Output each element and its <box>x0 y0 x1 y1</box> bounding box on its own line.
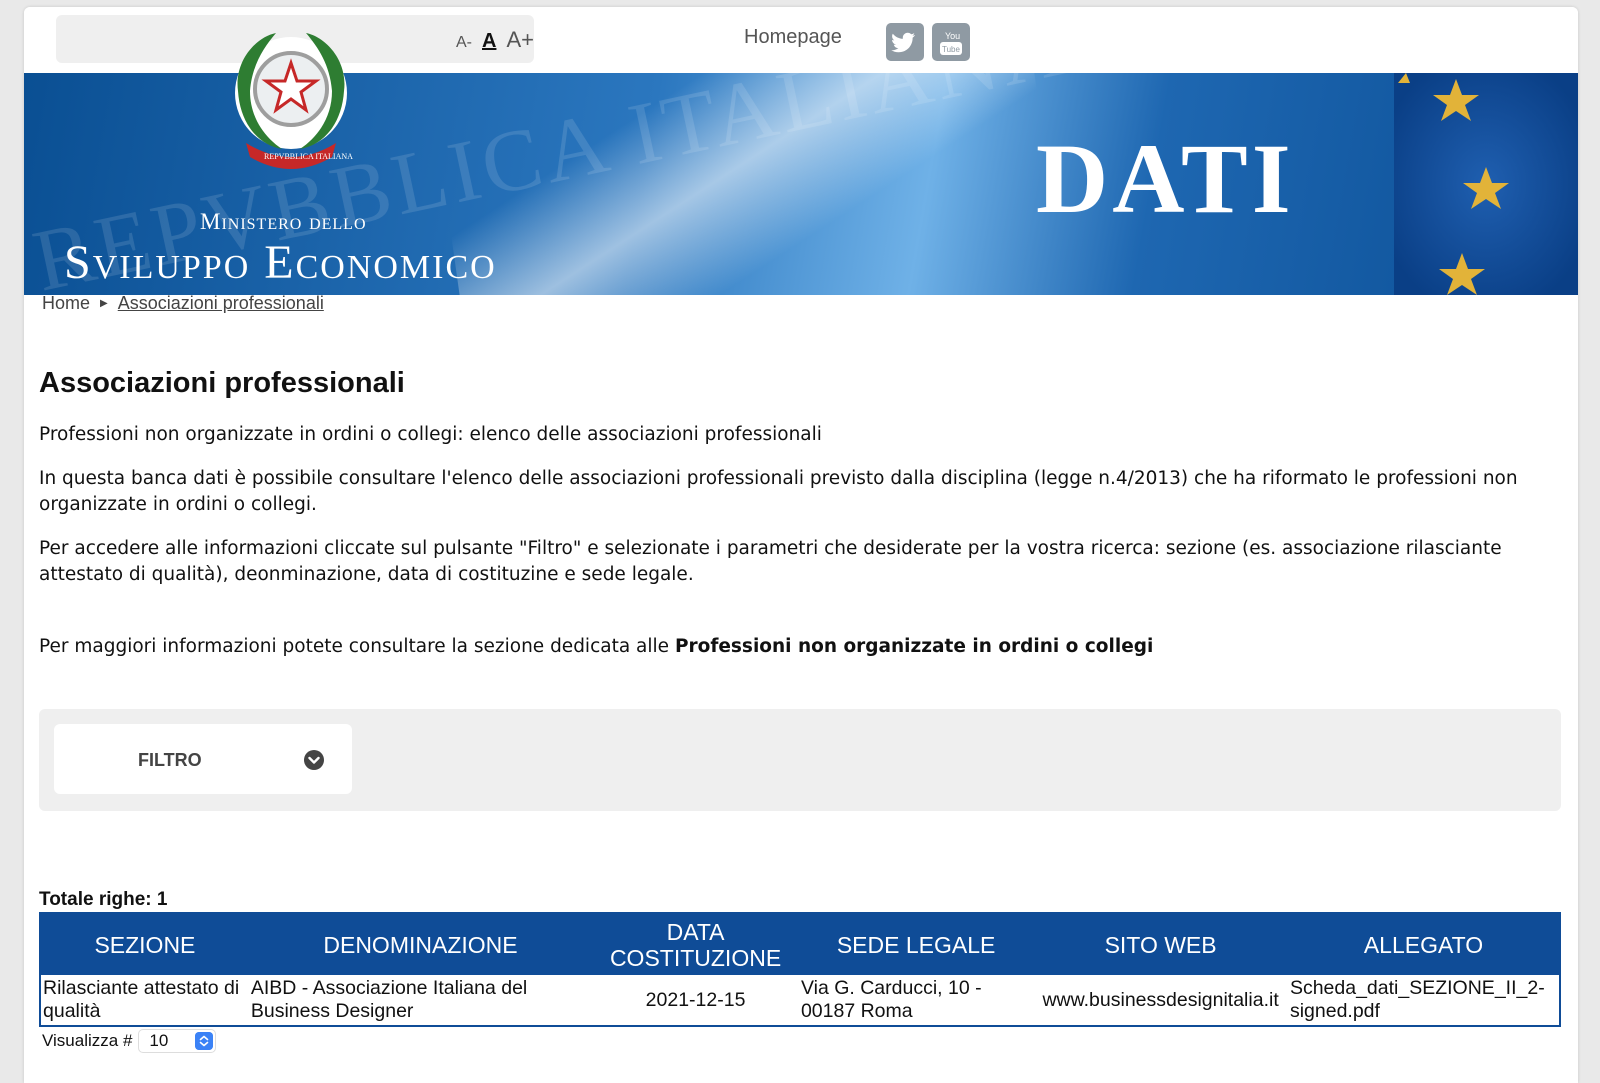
page-size-value: 10 <box>149 1031 169 1050</box>
page-size-control: Visualizza # 10 <box>42 1029 217 1053</box>
filter-panel: FILTRO <box>39 709 1561 811</box>
results-table: SEZIONE DENOMINAZIONE DATA COSTITUZIONE … <box>39 912 1561 1027</box>
cell-sezione: Rilasciante attestato di qualità <box>43 977 240 1022</box>
font-increase-button[interactable]: A+ <box>506 27 534 53</box>
column-header-data[interactable]: DATA COSTITUZIONE <box>592 913 799 975</box>
more-info-link[interactable]: Professioni non organizzate in ordini o … <box>675 636 1153 657</box>
cell-denominazione: AIBD - Associazione Italiana del Busines… <box>250 977 528 1022</box>
cell-sito[interactable]: www.businessdesignitalia.it <box>1033 975 1288 1026</box>
main-content: Associazioni professionali Professioni n… <box>39 367 1539 678</box>
more-info-prefix: Per maggiori informazioni potete consult… <box>39 636 675 657</box>
table-header-row: SEZIONE DENOMINAZIONE DATA COSTITUZIONE … <box>40 913 1560 975</box>
breadcrumb-home[interactable]: Home <box>42 293 90 314</box>
instructions-paragraph: Per accedere alle informazioni cliccate … <box>39 538 1502 585</box>
page-title: Associazioni professionali <box>39 367 405 399</box>
page-size-select[interactable]: 10 <box>138 1029 217 1053</box>
intro-paragraph: In questa banca dati è possibile consult… <box>39 468 1518 515</box>
italian-republic-emblem: REPVBBLICA ITALIANA <box>235 33 353 169</box>
page-subtitle: Professioni non organizzate in ordini o … <box>39 424 822 445</box>
column-header-allegato[interactable]: ALLEGATO <box>1287 913 1560 975</box>
svg-text:REPVBBLICA ITALIANA: REPVBBLICA ITALIANA <box>264 152 353 161</box>
table-row: Rilasciante attestato di qualità AIBD - … <box>40 975 1560 1026</box>
page-size-label: Visualizza # <box>42 1031 133 1050</box>
ministry-name-line1: Ministero dello <box>200 209 367 234</box>
total-rows-label: Totale righe: 1 <box>39 889 168 910</box>
homepage-link[interactable]: Homepage <box>744 26 842 49</box>
cell-data: 2021-12-15 <box>645 988 746 1011</box>
font-normal-button[interactable]: A <box>482 30 496 53</box>
breadcrumb-separator-icon: ▶ <box>100 298 108 309</box>
page: A- A A+ Homepage You Tube REPVBBLICA ITAL… <box>24 7 1578 1083</box>
ministry-name-line2: Sviluppo Economico <box>64 236 497 289</box>
column-header-sezione[interactable]: SEZIONE <box>40 913 249 975</box>
svg-text:Tube: Tube <box>942 45 960 54</box>
svg-text:You: You <box>945 31 960 41</box>
column-header-sito[interactable]: SITO WEB <box>1033 913 1288 975</box>
twitter-icon[interactable] <box>886 23 924 61</box>
cell-allegato[interactable]: Scheda_dati_SEZIONE_II_2-signed.pdf <box>1288 975 1560 1026</box>
font-decrease-button[interactable]: A- <box>456 34 472 52</box>
filter-label: FILTRO <box>138 750 202 770</box>
filter-button[interactable]: FILTRO <box>54 724 352 794</box>
section-title: DATI <box>1036 123 1295 234</box>
column-header-denominazione[interactable]: DENOMINAZIONE <box>248 913 593 975</box>
cell-sede: Via G. Carducci, 10 - 00187 Roma <box>800 977 982 1022</box>
breadcrumb-current[interactable]: Associazioni professionali <box>118 293 324 314</box>
eu-stars-icon <box>1394 73 1578 295</box>
chevron-down-icon <box>304 750 324 770</box>
more-info-paragraph: Per maggiori informazioni potete consult… <box>39 634 1539 660</box>
column-header-sede[interactable]: SEDE LEGALE <box>798 913 1034 975</box>
select-arrows-icon <box>195 1032 214 1050</box>
youtube-icon[interactable]: You Tube <box>932 23 970 61</box>
breadcrumb: Home ▶ Associazioni professionali <box>42 293 324 314</box>
font-size-controls: A- A A+ <box>456 27 534 53</box>
